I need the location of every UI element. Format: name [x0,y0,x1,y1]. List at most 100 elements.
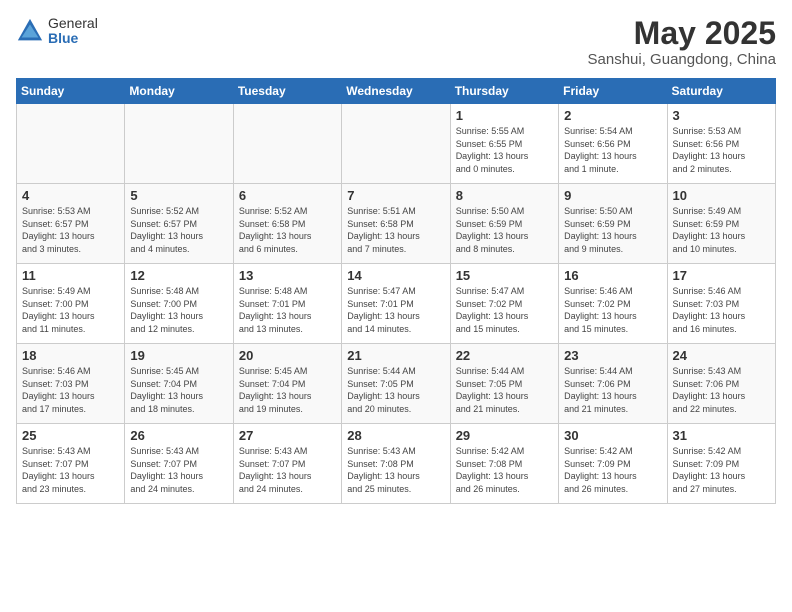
calendar-cell: 31Sunrise: 5:42 AM Sunset: 7:09 PM Dayli… [667,424,775,504]
calendar-cell: 18 Sunrise: 5:46 AM Sunset: 7:03 PM Dayli… [17,344,125,424]
calendar-week-2: 4 Sunrise: 5:53 AM Sunset: 6:57 PM Daylig… [17,184,776,264]
day-number: 14 [347,268,444,283]
day-info: Sunrise: 5:44 AM Sunset: 7:06 PM Dayligh… [564,365,661,415]
day-number: 26 [130,428,227,443]
day-info: Sunrise: 5:43 AM Sunset: 7:07 PM Dayligh… [130,445,227,495]
day-info: Sunrise: 5:45 AM Sunset: 7:04 PM Dayligh… [130,365,227,415]
calendar-cell: 6 Sunrise: 5:52 AM Sunset: 6:58 PM Daylig… [233,184,341,264]
calendar-cell: 29 Sunrise: 5:42 AM Sunset: 7:08 PM Dayli… [450,424,558,504]
day-number: 29 [456,428,553,443]
calendar-cell: 3 Sunrise: 5:53 AM Sunset: 6:56 PM Daylig… [667,104,775,184]
day-info: Sunrise: 5:43 AM Sunset: 7:08 PM Dayligh… [347,445,444,495]
calendar-cell: 17 Sunrise: 5:46 AM Sunset: 7:03 PM Dayli… [667,264,775,344]
calendar-week-4: 18 Sunrise: 5:46 AM Sunset: 7:03 PM Dayli… [17,344,776,424]
day-number: 2 [564,108,661,123]
day-info: Sunrise: 5:49 AM Sunset: 7:00 PM Dayligh… [22,285,119,335]
calendar-header-row: SundayMondayTuesdayWednesdayThursdayFrid… [17,79,776,104]
day-number: 17 [673,268,770,283]
day-number: 10 [673,188,770,203]
day-number: 9 [564,188,661,203]
title-block: May 2025 Sanshui, Guangdong, China [588,16,776,68]
calendar-cell: 19 Sunrise: 5:45 AM Sunset: 7:04 PM Dayli… [125,344,233,424]
calendar-cell: 20 Sunrise: 5:45 AM Sunset: 7:04 PM Dayli… [233,344,341,424]
day-info: Sunrise: 5:52 AM Sunset: 6:57 PM Dayligh… [130,205,227,255]
day-info: Sunrise: 5:44 AM Sunset: 7:05 PM Dayligh… [347,365,444,415]
calendar-cell: 22 Sunrise: 5:44 AM Sunset: 7:05 PM Dayli… [450,344,558,424]
calendar-cell [125,104,233,184]
day-info: Sunrise: 5:42 AM Sunset: 7:09 PM Dayligh… [673,445,770,495]
day-info: Sunrise: 5:47 AM Sunset: 7:01 PM Dayligh… [347,285,444,335]
calendar-cell: 30Sunrise: 5:42 AM Sunset: 7:09 PM Dayli… [559,424,667,504]
day-number: 4 [22,188,119,203]
day-number: 20 [239,348,336,363]
calendar-cell: 7Sunrise: 5:51 AM Sunset: 6:58 PM Daylig… [342,184,450,264]
logo: General Blue [16,16,98,47]
calendar-week-1: 1Sunrise: 5:55 AM Sunset: 6:55 PM Daylig… [17,104,776,184]
day-number: 24 [673,348,770,363]
calendar-week-5: 25 Sunrise: 5:43 AM Sunset: 7:07 PM Dayli… [17,424,776,504]
calendar-cell: 23Sunrise: 5:44 AM Sunset: 7:06 PM Dayli… [559,344,667,424]
day-info: Sunrise: 5:42 AM Sunset: 7:08 PM Dayligh… [456,445,553,495]
calendar-cell [17,104,125,184]
day-number: 19 [130,348,227,363]
day-number: 11 [22,268,119,283]
day-info: Sunrise: 5:50 AM Sunset: 6:59 PM Dayligh… [564,205,661,255]
day-number: 6 [239,188,336,203]
day-info: Sunrise: 5:53 AM Sunset: 6:56 PM Dayligh… [673,125,770,175]
day-number: 7 [347,188,444,203]
location: Sanshui, Guangdong, China [588,51,776,68]
day-info: Sunrise: 5:48 AM Sunset: 7:01 PM Dayligh… [239,285,336,335]
day-info: Sunrise: 5:45 AM Sunset: 7:04 PM Dayligh… [239,365,336,415]
weekday-header-saturday: Saturday [667,79,775,104]
calendar-cell: 15Sunrise: 5:47 AM Sunset: 7:02 PM Dayli… [450,264,558,344]
day-info: Sunrise: 5:46 AM Sunset: 7:02 PM Dayligh… [564,285,661,335]
day-number: 27 [239,428,336,443]
calendar-cell: 11 Sunrise: 5:49 AM Sunset: 7:00 PM Dayli… [17,264,125,344]
day-number: 8 [456,188,553,203]
day-info: Sunrise: 5:46 AM Sunset: 7:03 PM Dayligh… [673,285,770,335]
day-info: Sunrise: 5:46 AM Sunset: 7:03 PM Dayligh… [22,365,119,415]
month-title: May 2025 [588,16,776,51]
weekday-header-sunday: Sunday [17,79,125,104]
calendar-cell: 8Sunrise: 5:50 AM Sunset: 6:59 PM Daylig… [450,184,558,264]
calendar-cell: 16Sunrise: 5:46 AM Sunset: 7:02 PM Dayli… [559,264,667,344]
calendar-cell: 4 Sunrise: 5:53 AM Sunset: 6:57 PM Daylig… [17,184,125,264]
day-info: Sunrise: 5:44 AM Sunset: 7:05 PM Dayligh… [456,365,553,415]
calendar-cell: 2 Sunrise: 5:54 AM Sunset: 6:56 PM Daylig… [559,104,667,184]
weekday-header-wednesday: Wednesday [342,79,450,104]
logo-icon [16,17,44,45]
calendar-cell: 10 Sunrise: 5:49 AM Sunset: 6:59 PM Dayli… [667,184,775,264]
calendar-cell: 12 Sunrise: 5:48 AM Sunset: 7:00 PM Dayli… [125,264,233,344]
day-info: Sunrise: 5:52 AM Sunset: 6:58 PM Dayligh… [239,205,336,255]
calendar-cell: 14 Sunrise: 5:47 AM Sunset: 7:01 PM Dayli… [342,264,450,344]
day-info: Sunrise: 5:48 AM Sunset: 7:00 PM Dayligh… [130,285,227,335]
day-number: 5 [130,188,227,203]
day-number: 15 [456,268,553,283]
day-number: 28 [347,428,444,443]
day-number: 3 [673,108,770,123]
day-number: 12 [130,268,227,283]
day-info: Sunrise: 5:43 AM Sunset: 7:06 PM Dayligh… [673,365,770,415]
calendar-cell: 27Sunrise: 5:43 AM Sunset: 7:07 PM Dayli… [233,424,341,504]
day-info: Sunrise: 5:49 AM Sunset: 6:59 PM Dayligh… [673,205,770,255]
day-number: 22 [456,348,553,363]
calendar-cell: 1Sunrise: 5:55 AM Sunset: 6:55 PM Daylig… [450,104,558,184]
logo-blue-text: Blue [48,31,98,46]
day-info: Sunrise: 5:53 AM Sunset: 6:57 PM Dayligh… [22,205,119,255]
weekday-header-tuesday: Tuesday [233,79,341,104]
calendar-cell: 13Sunrise: 5:48 AM Sunset: 7:01 PM Dayli… [233,264,341,344]
day-number: 21 [347,348,444,363]
day-number: 18 [22,348,119,363]
calendar-cell: 24 Sunrise: 5:43 AM Sunset: 7:06 PM Dayli… [667,344,775,424]
day-info: Sunrise: 5:43 AM Sunset: 7:07 PM Dayligh… [22,445,119,495]
day-number: 25 [22,428,119,443]
calendar-cell: 26 Sunrise: 5:43 AM Sunset: 7:07 PM Dayli… [125,424,233,504]
weekday-header-thursday: Thursday [450,79,558,104]
calendar-cell: 25 Sunrise: 5:43 AM Sunset: 7:07 PM Dayli… [17,424,125,504]
calendar-cell: 5 Sunrise: 5:52 AM Sunset: 6:57 PM Daylig… [125,184,233,264]
calendar-table: SundayMondayTuesdayWednesdayThursdayFrid… [16,78,776,504]
calendar-cell [342,104,450,184]
day-info: Sunrise: 5:54 AM Sunset: 6:56 PM Dayligh… [564,125,661,175]
calendar-cell [233,104,341,184]
calendar-cell: 21 Sunrise: 5:44 AM Sunset: 7:05 PM Dayli… [342,344,450,424]
